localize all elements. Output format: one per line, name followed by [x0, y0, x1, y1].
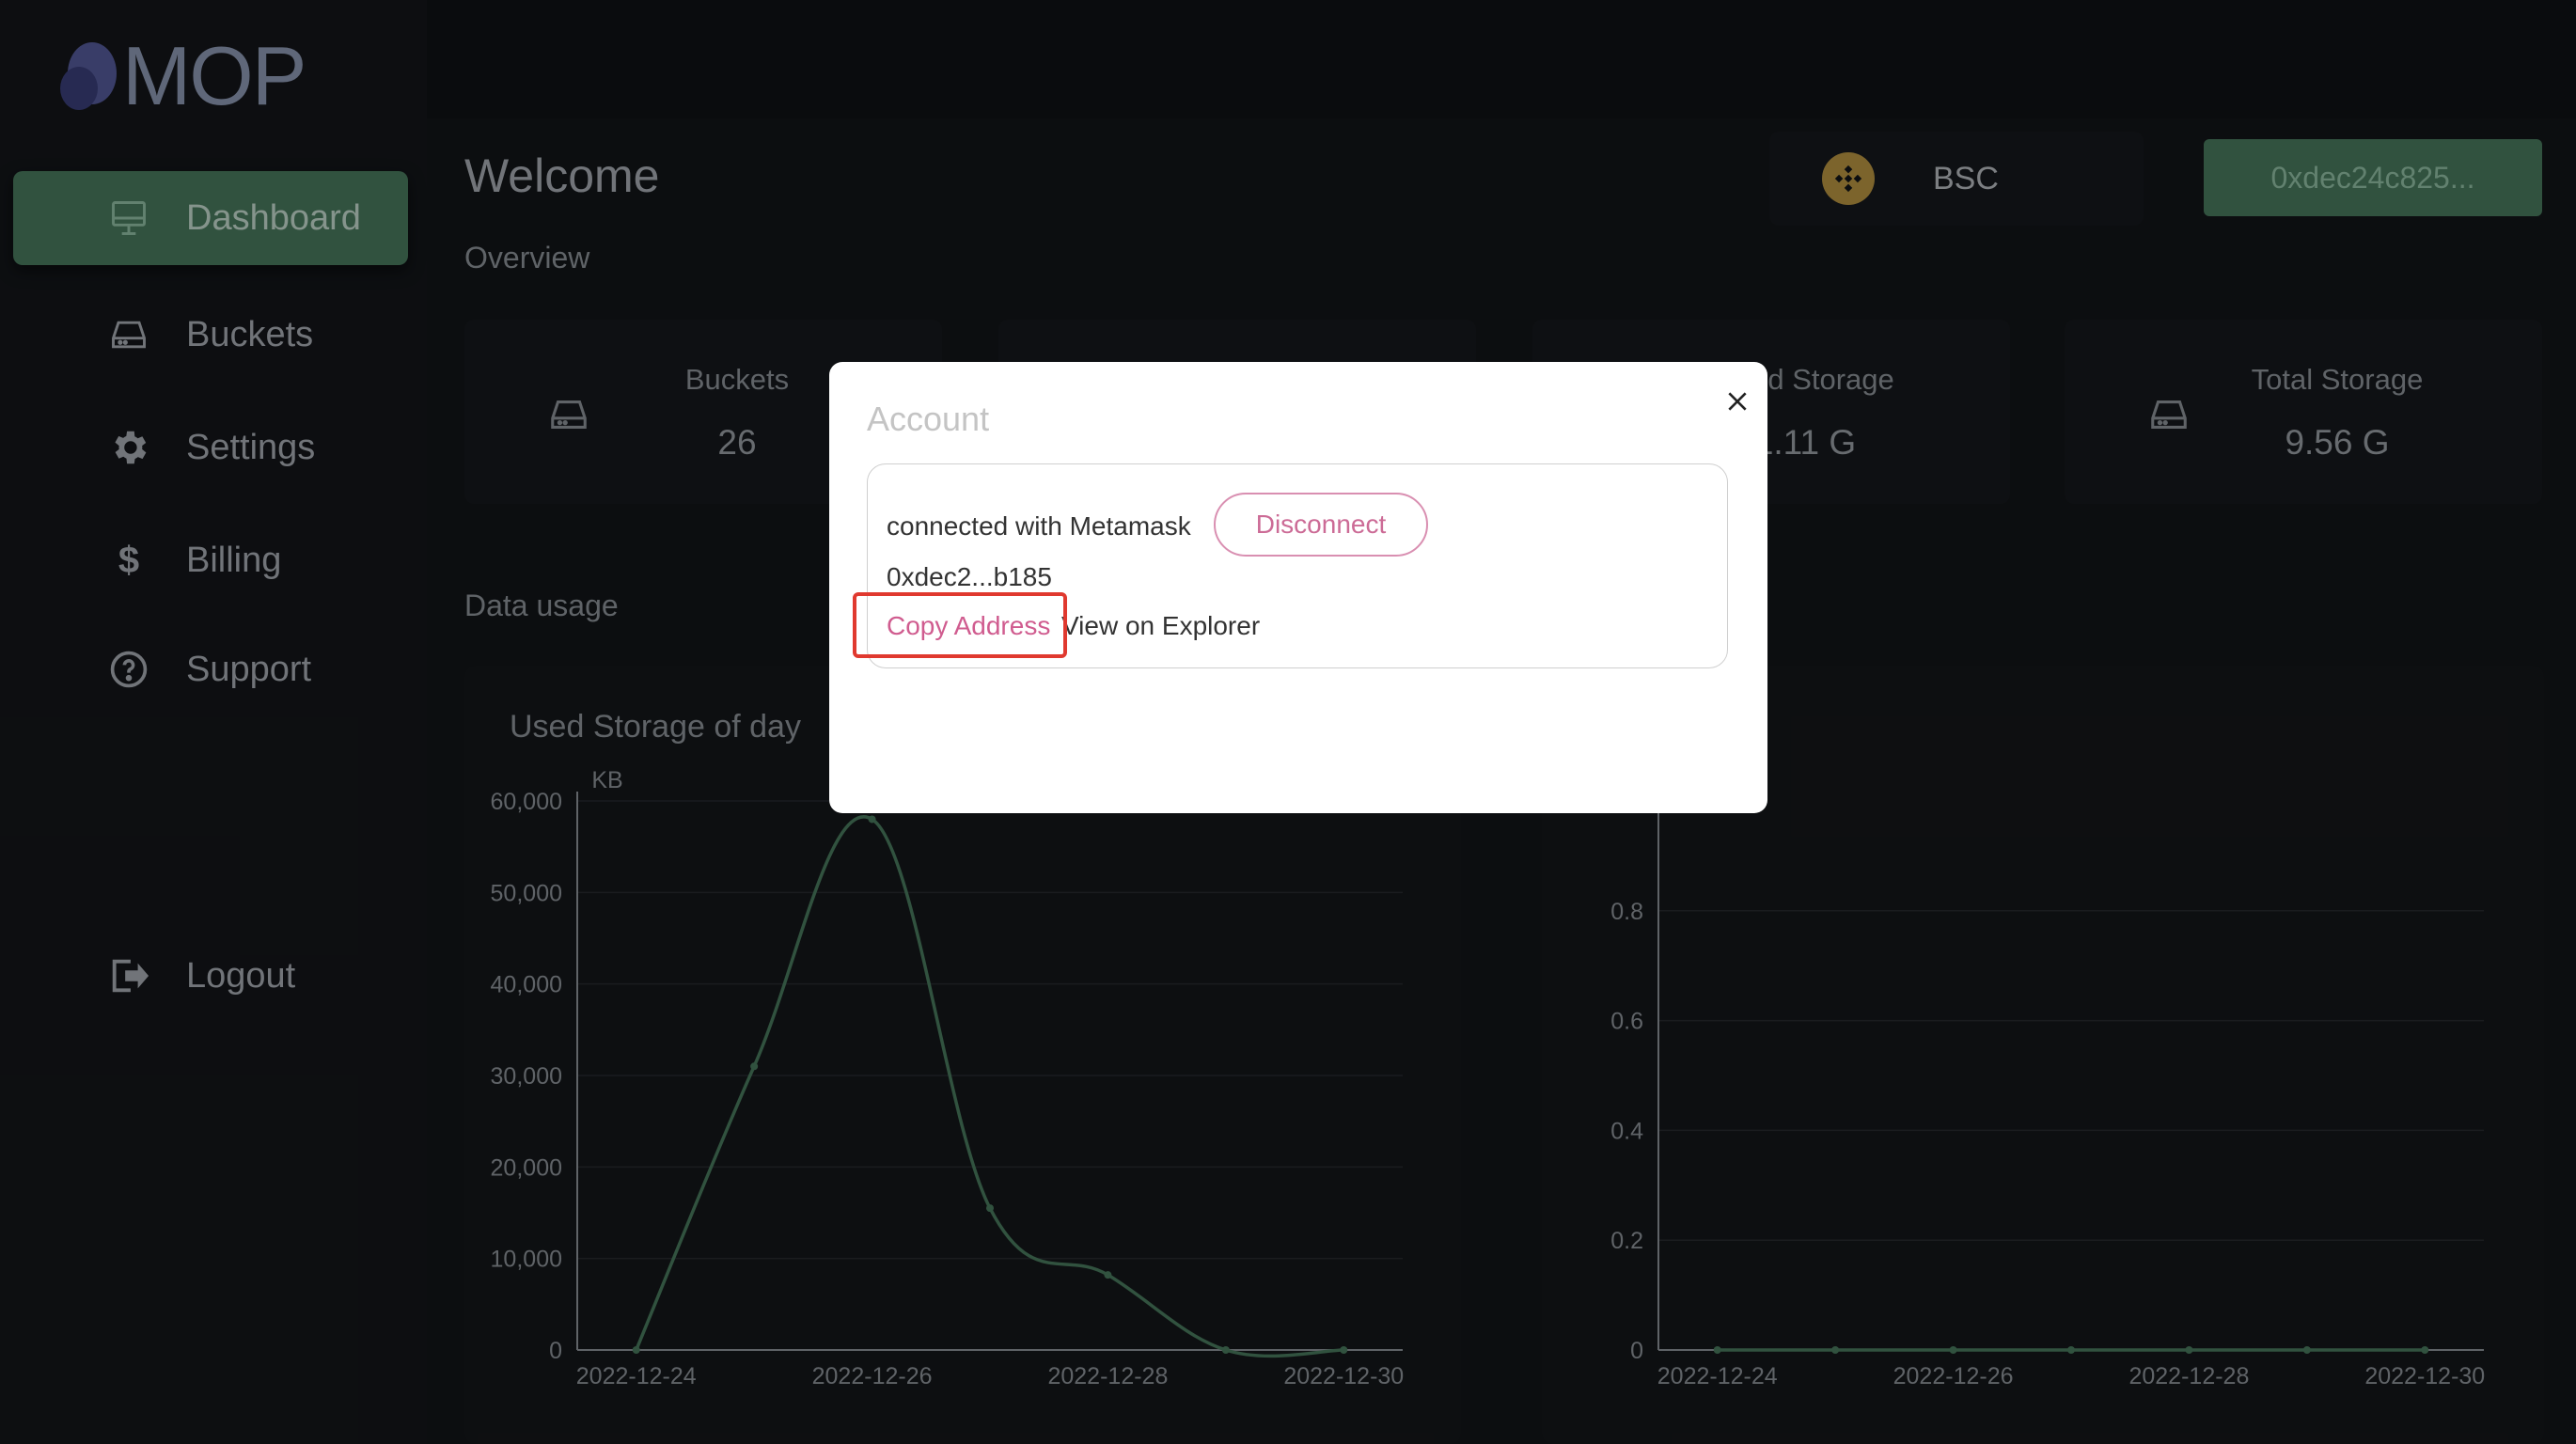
account-modal: Account connected with Metamask Disconne… — [829, 362, 1767, 813]
disconnect-button[interactable]: Disconnect — [1214, 493, 1428, 557]
connection-status: connected with Metamask — [887, 511, 1191, 541]
modal-title: Account — [867, 400, 990, 438]
highlight-box — [853, 592, 1067, 658]
close-icon[interactable] — [1719, 383, 1756, 420]
wallet-address: 0xdec2...b185 — [887, 562, 1052, 591]
view-on-explorer-link[interactable]: View on Explorer — [1061, 611, 1260, 641]
